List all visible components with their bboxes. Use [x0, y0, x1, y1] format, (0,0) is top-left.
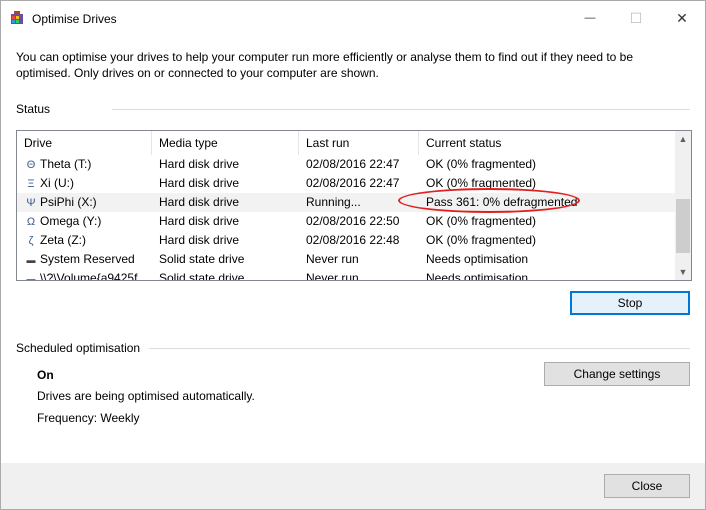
status-label: Status: [16, 102, 51, 116]
minimize-icon: —: [584, 12, 596, 24]
last-run-cell: Never run: [306, 271, 359, 281]
drive-name: PsiPhi (X:): [40, 195, 97, 209]
media-type-cell: Solid state drive: [159, 252, 245, 266]
drives-list[interactable]: Drive Media type Last run Current status…: [16, 130, 692, 281]
drive-name: Theta (T:): [40, 157, 92, 171]
list-scrollbar[interactable]: ▲ ▼: [675, 131, 691, 280]
drive-cell: Θ Theta (T:): [24, 155, 150, 174]
theta-drive-icon: Θ: [26, 159, 36, 171]
scroll-down-arrow-icon[interactable]: ▼: [675, 264, 691, 280]
media-type-cell: Hard disk drive: [159, 233, 240, 247]
drive-cell: Ψ PsiPhi (X:): [24, 193, 150, 212]
last-run-cell: 02/08/2016 22:50: [306, 214, 400, 228]
status-divider: [112, 109, 690, 110]
stop-button[interactable]: Stop: [570, 291, 690, 315]
media-type-cell: Hard disk drive: [159, 214, 240, 228]
title-bar[interactable]: Optimise Drives — ☐ ✕: [1, 1, 705, 35]
psiphi-drive-icon: Ψ: [26, 197, 36, 209]
media-type-cell: Hard disk drive: [159, 157, 240, 171]
volume-drive-icon: ▬: [26, 274, 36, 281]
column-header-media-type[interactable]: Media type: [152, 131, 299, 155]
current-status-cell: OK (0% fragmented): [426, 214, 537, 228]
scroll-up-arrow-icon[interactable]: ▲: [675, 131, 691, 147]
zeta-drive-icon: ζ: [28, 235, 34, 247]
column-header-drive[interactable]: Drive: [17, 131, 152, 155]
current-status-cell: Needs optimisation: [426, 252, 529, 266]
column-header-last-run[interactable]: Last run: [299, 131, 419, 155]
defrag-app-icon: [11, 11, 23, 24]
scheduled-divider: [149, 348, 690, 349]
close-icon: ✕: [676, 9, 688, 26]
drive-name: Zeta (Z:): [40, 233, 87, 247]
current-status-cell: Needs optimisation: [426, 271, 529, 281]
media-type-cell: Solid state drive: [159, 271, 245, 281]
maximize-icon: ☐: [629, 9, 643, 26]
table-row[interactable]: ζ Zeta (Z:) Hard disk drive 02/08/2016 22:4…: [17, 231, 675, 250]
last-run-cell: 02/08/2016 22:47: [306, 176, 400, 190]
current-status-cell: OK (0% fragmented): [426, 157, 537, 171]
omega-drive-icon: Ω: [26, 216, 36, 228]
drive-name: Omega (Y:): [40, 214, 102, 228]
table-row[interactable]: Ξ Xi (U:) Hard disk drive 02/08/2016 22:47 O…: [17, 174, 675, 193]
scrollbar-thumb[interactable]: [676, 199, 690, 253]
table-row[interactable]: ▬ System Reserved Solid state drive Never r…: [17, 250, 675, 269]
schedule-frequency: Frequency: Weekly: [37, 411, 140, 425]
xi-drive-icon: Ξ: [27, 178, 35, 190]
list-header: Drive Media type Last run Current status: [17, 131, 675, 155]
drive-cell: ζ Zeta (Z:): [24, 231, 150, 250]
media-type-cell: Hard disk drive: [159, 176, 240, 190]
optimise-drives-window: Optimise Drives — ☐ ✕ You can optimise y…: [0, 0, 706, 510]
table-row[interactable]: Ω Omega (Y:) Hard disk drive 02/08/2016 22:…: [17, 212, 675, 231]
table-row[interactable]: ▬ \\?\Volume{a9425f Solid state drive Never…: [17, 269, 675, 281]
schedule-state: On: [37, 368, 54, 382]
system-drive-icon: ▬: [26, 255, 36, 265]
minimize-button[interactable]: —: [567, 1, 613, 35]
last-run-cell: 02/08/2016 22:47: [306, 157, 400, 171]
schedule-description: Drives are being optimised automatically…: [37, 389, 255, 403]
last-run-cell: Never run: [306, 252, 359, 266]
close-window-button[interactable]: ✕: [659, 1, 705, 35]
drive-name: Xi (U:): [40, 176, 74, 190]
close-button[interactable]: Close: [604, 474, 690, 498]
scheduled-optimisation-label: Scheduled optimisation: [16, 341, 141, 355]
current-status-cell: OK (0% fragmented): [426, 233, 537, 247]
column-header-current-status[interactable]: Current status: [419, 131, 660, 155]
drive-cell: Ξ Xi (U:): [24, 174, 150, 193]
description-text: You can optimise your drives to help you…: [16, 50, 634, 80]
change-settings-button[interactable]: Change settings: [544, 362, 690, 386]
media-type-cell: Hard disk drive: [159, 195, 240, 209]
maximize-button[interactable]: ☐: [613, 1, 659, 35]
status-highlight-ellipse: [398, 188, 580, 213]
window-title: Optimise Drives: [32, 12, 117, 26]
drive-cell: ▬ System Reserved: [24, 250, 150, 269]
last-run-cell: 02/08/2016 22:48: [306, 233, 400, 247]
drive-cell: ▬ \\?\Volume{a9425f: [24, 269, 150, 281]
footer-bar: [1, 463, 705, 509]
drive-name: \\?\Volume{a9425f: [40, 271, 138, 281]
table-row[interactable]: Θ Theta (T:) Hard disk drive 02/08/2016 22:…: [17, 155, 675, 174]
drive-name: System Reserved: [40, 252, 135, 266]
drive-cell: Ω Omega (Y:): [24, 212, 150, 231]
